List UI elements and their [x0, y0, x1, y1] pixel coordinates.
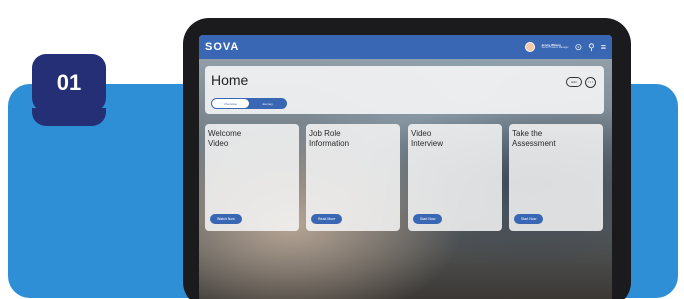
compass-icon[interactable]: ⊙ [575, 42, 583, 52]
card-job-role-information[interactable]: Job Role Information Read More [306, 124, 400, 231]
card-title-line1: Video [411, 129, 432, 138]
step-number-badge: 01 [32, 54, 106, 126]
tab-switcher: Overview Journey [211, 98, 287, 109]
app-header-bar: SOVA Jenny Wilson Senior Product Manager… [199, 35, 612, 59]
card-title-line2: Interview [411, 138, 444, 148]
watch-now-button[interactable]: Watch Now [210, 214, 242, 224]
card-title: Take the Assessment [512, 129, 598, 148]
tab-overview[interactable]: Overview [212, 99, 249, 108]
card-welcome-video[interactable]: Welcome Video Watch Now [205, 124, 299, 231]
page-title: Home [211, 72, 249, 88]
card-title-line1: Take the [512, 129, 543, 138]
panel-actions: Edit ⋯ [566, 77, 596, 88]
user-subtitle: Senior Product Manager [541, 46, 569, 50]
card-title-line1: Job Role [309, 129, 341, 138]
home-header-panel: Home Overview Journey Edit ⋯ [205, 66, 604, 114]
sova-logo[interactable]: SOVA [205, 41, 239, 53]
read-more-button[interactable]: Read More [311, 214, 343, 224]
search-icon[interactable]: ⚲ [588, 42, 595, 52]
card-title-line2: Information [309, 138, 350, 148]
card-title-line2: Video [208, 138, 229, 148]
user-area: Jenny Wilson Senior Product Manager ⊙ ⚲ … [525, 42, 606, 52]
tablet-screen: SOVA Jenny Wilson Senior Product Manager… [199, 35, 612, 299]
card-video-interview[interactable]: Video Interview Start Now [408, 124, 502, 231]
card-title-line1: Welcome [208, 129, 242, 138]
start-now-button[interactable]: Start Now [514, 214, 544, 224]
edit-button[interactable]: Edit [566, 77, 582, 87]
tab-journey[interactable]: Journey [249, 99, 286, 108]
card-title: Welcome Video [208, 129, 294, 148]
card-title-line2: Assessment [512, 138, 556, 148]
menu-icon[interactable]: ≡ [601, 42, 606, 52]
card-title: Job Role Information [309, 129, 395, 148]
avatar[interactable] [525, 42, 536, 52]
user-info: Jenny Wilson Senior Product Manager [541, 44, 568, 50]
card-take-the-assessment[interactable]: Take the Assessment Start Now [509, 124, 603, 231]
more-options-button[interactable]: ⋯ [585, 77, 596, 88]
step-number: 01 [56, 70, 82, 95]
card-title: Video Interview [411, 129, 497, 148]
start-now-button[interactable]: Start Now [413, 214, 443, 224]
